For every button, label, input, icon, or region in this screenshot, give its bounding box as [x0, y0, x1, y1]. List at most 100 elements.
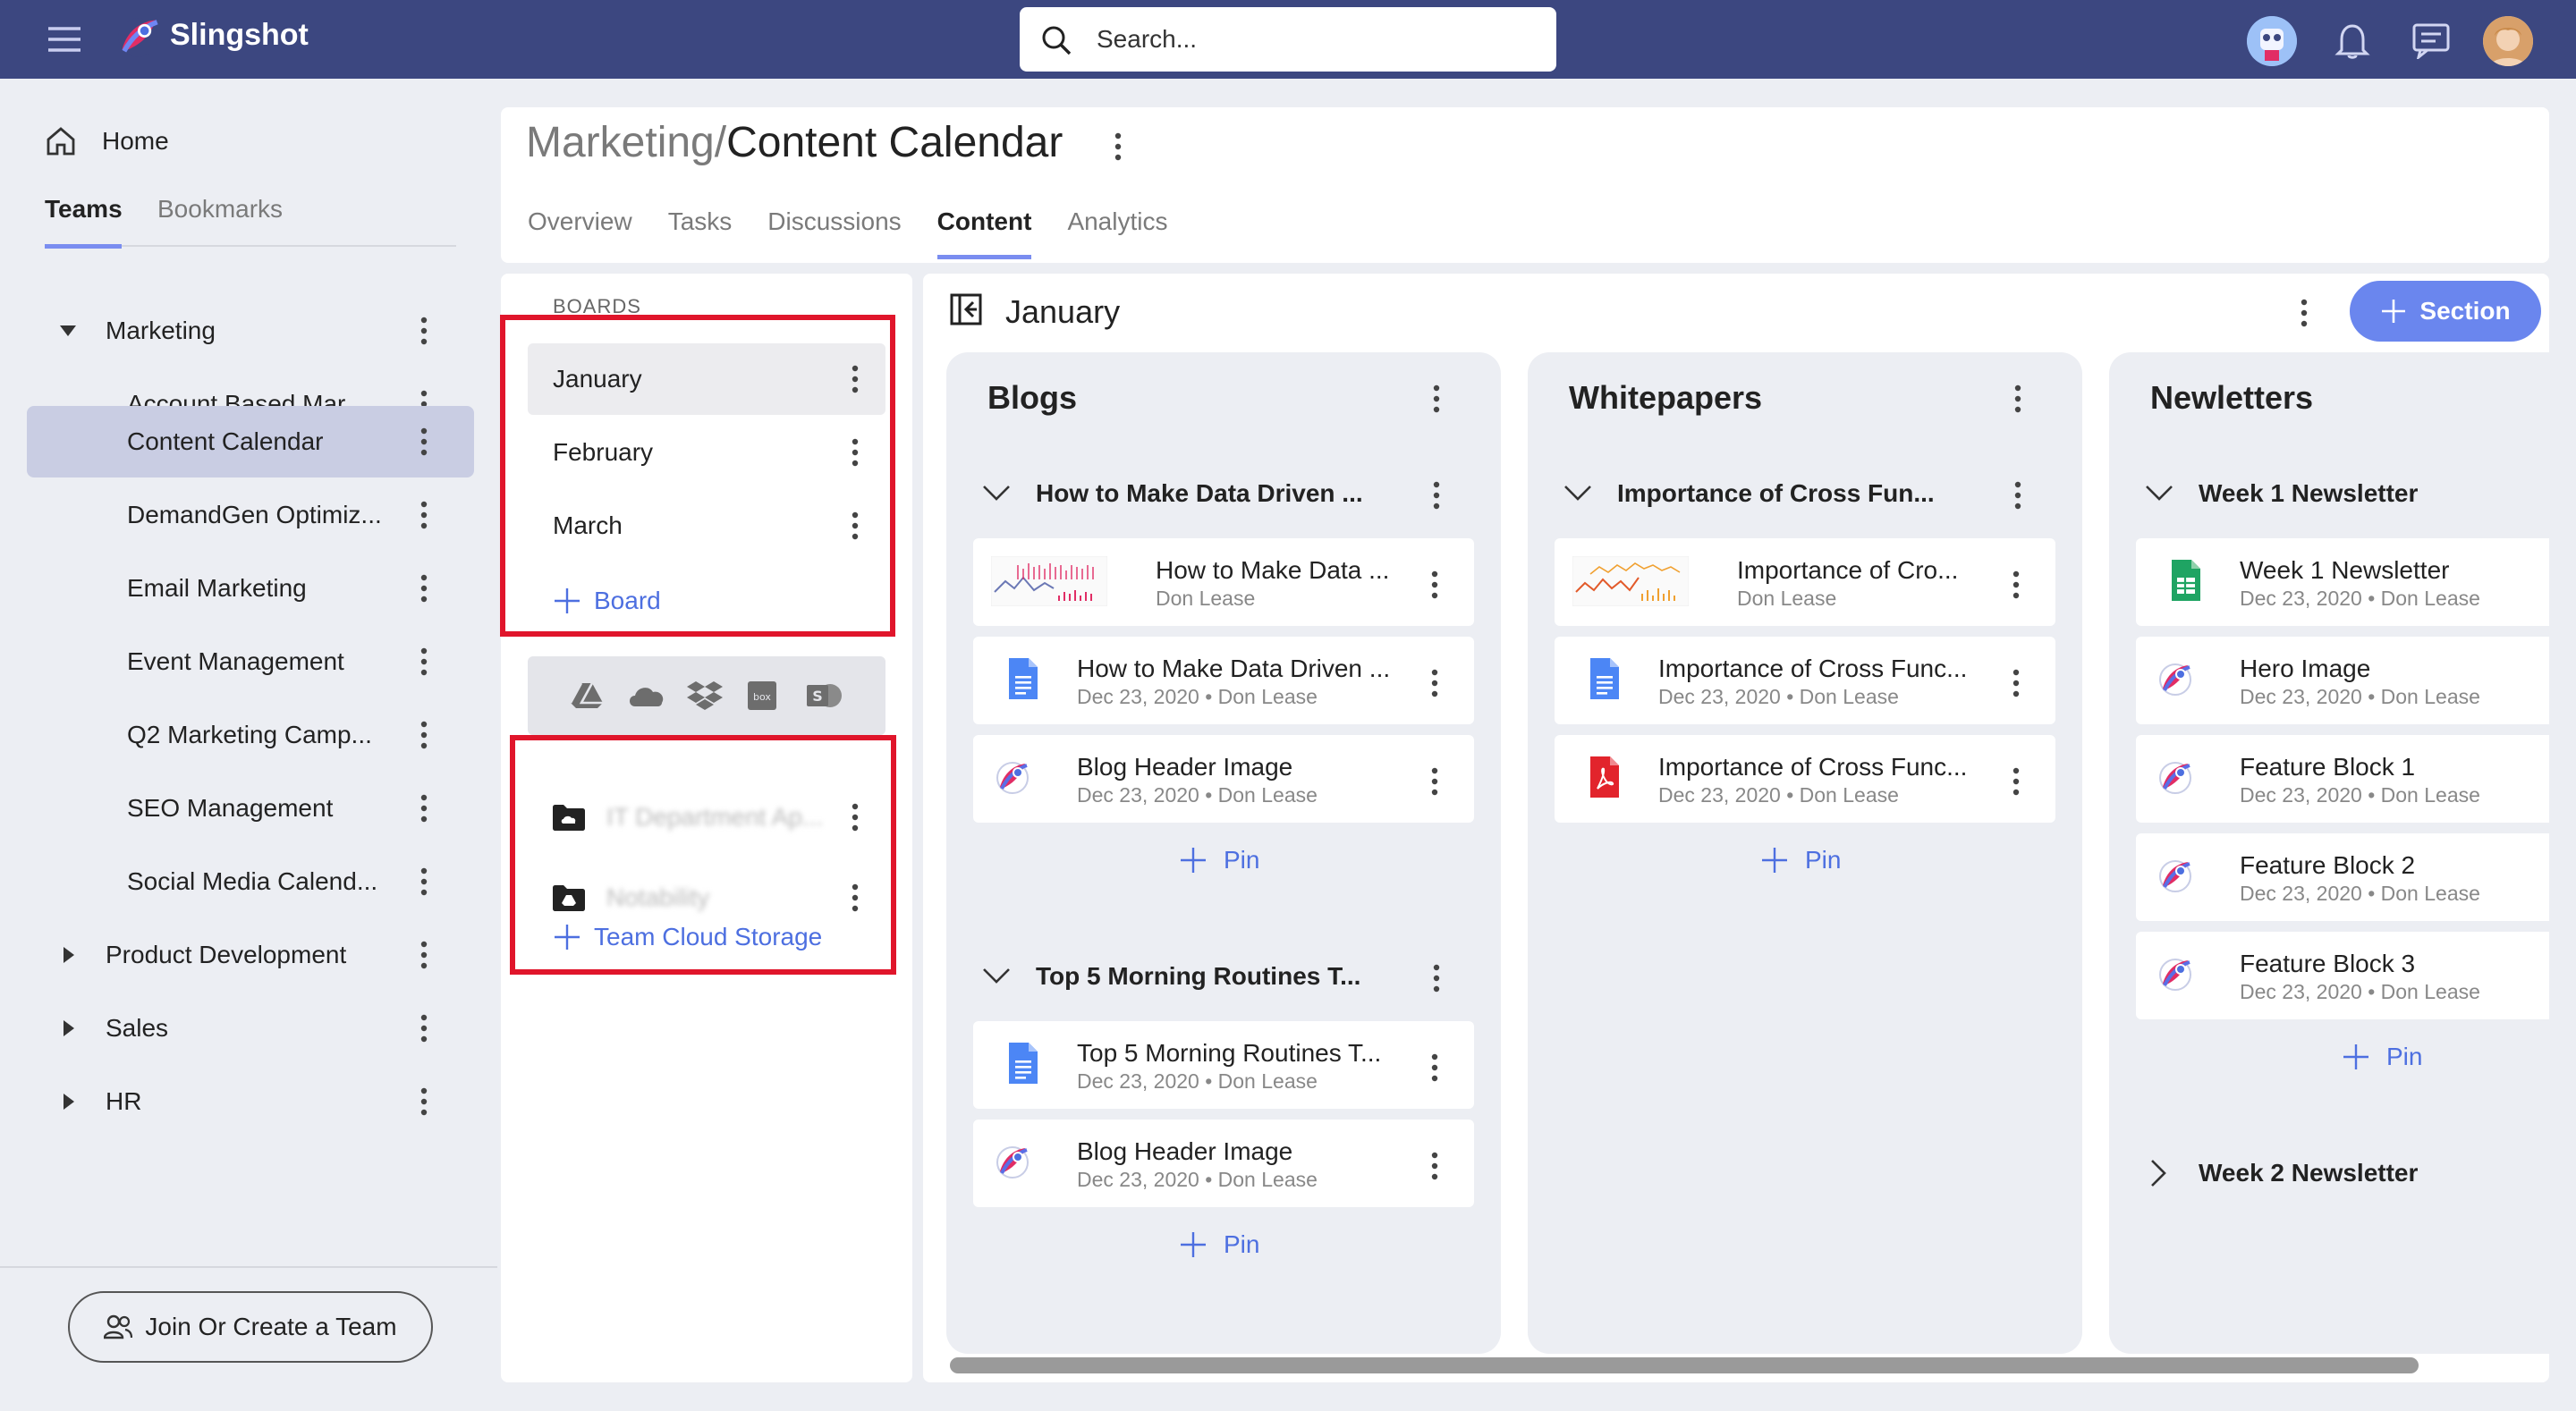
content-card[interactable]: Feature Block 3 Dec 23, 2020 • Don Lease	[2136, 932, 2549, 1019]
board-options-icon[interactable]	[2301, 299, 2308, 327]
sidebar-item-event-management[interactable]: Event Management	[27, 626, 474, 697]
tab-bookmarks[interactable]: Bookmarks	[157, 195, 283, 247]
bot-avatar[interactable]	[2247, 16, 2297, 66]
more-options-icon[interactable]	[420, 1014, 428, 1043]
sidebar-item-sales[interactable]: Sales	[27, 993, 474, 1064]
more-options-icon[interactable]	[1431, 1152, 1438, 1180]
sidebar-item-q2-marketing[interactable]: Q2 Marketing Camp...	[27, 699, 474, 771]
group-header[interactable]: Top 5 Morning Routines T...	[982, 950, 1465, 1003]
tab-overview[interactable]: Overview	[528, 207, 632, 259]
more-options-icon[interactable]	[2012, 767, 2020, 796]
more-options-icon[interactable]	[420, 1087, 428, 1116]
search-bar[interactable]	[1020, 7, 1556, 72]
tab-content[interactable]: Content	[936, 207, 1031, 259]
chevron-down-icon[interactable]	[982, 479, 1011, 508]
more-options-icon[interactable]	[2014, 481, 2021, 510]
more-options-icon[interactable]	[420, 647, 428, 676]
more-options-icon[interactable]	[1433, 481, 1440, 510]
caret-right-icon[interactable]	[63, 1019, 75, 1037]
content-card[interactable]: How to Make Data Driven ... Dec 23, 2020…	[973, 637, 1474, 724]
plus-icon	[1760, 846, 1805, 874]
caret-right-icon[interactable]	[63, 946, 75, 964]
slingshot-logo-icon[interactable]	[114, 14, 161, 61]
sidebar-item-marketing[interactable]: Marketing	[27, 295, 474, 367]
content-card[interactable]: Feature Block 2 Dec 23, 2020 • Don Lease	[2136, 833, 2549, 921]
more-options-icon[interactable]	[420, 721, 428, 749]
content-card[interactable]: Hero Image Dec 23, 2020 • Don Lease	[2136, 637, 2549, 724]
breadcrumb-parent[interactable]: Marketing	[526, 119, 715, 166]
content-card[interactable]: Importance of Cross Func... Dec 23, 2020…	[1555, 637, 2055, 724]
more-options-icon[interactable]	[420, 501, 428, 529]
chevron-right-icon[interactable]	[2145, 1159, 2174, 1187]
tab-tasks[interactable]: Tasks	[668, 207, 733, 259]
box-icon[interactable]: box	[748, 681, 776, 710]
sidebar-item-social-media[interactable]: Social Media Calend...	[27, 846, 474, 917]
content-card[interactable]: Top 5 Morning Routines T... Dec 23, 2020…	[973, 1021, 1474, 1109]
more-options-icon[interactable]	[420, 941, 428, 969]
sidebar-item-product-development[interactable]: Product Development	[27, 919, 474, 991]
plus-icon	[2380, 298, 2419, 325]
home-link[interactable]: Home	[45, 123, 169, 159]
caret-down-icon[interactable]	[59, 325, 77, 337]
dropbox-icon[interactable]	[687, 680, 723, 712]
card-meta: Dec 23, 2020 • Don Lease	[1077, 685, 1318, 708]
card-meta: Dec 23, 2020 • Don Lease	[1077, 1168, 1318, 1191]
sidebar-item-email-marketing[interactable]: Email Marketing	[27, 553, 474, 624]
user-avatar[interactable]	[2483, 16, 2533, 66]
sidebar-item-hr[interactable]: HR	[27, 1066, 474, 1137]
sidebar-item-demandgen[interactable]: DemandGen Optimiz...	[27, 479, 474, 551]
tab-discussions[interactable]: Discussions	[767, 207, 901, 259]
more-options-icon[interactable]	[1431, 767, 1438, 796]
notifications-bell-icon[interactable]	[2334, 21, 2370, 59]
menu-icon[interactable]	[47, 23, 82, 55]
more-options-icon[interactable]	[2012, 669, 2020, 697]
pin-button[interactable]: Pin	[1179, 1230, 1259, 1259]
horizontal-scrollbar[interactable]	[950, 1357, 2419, 1373]
content-card[interactable]: Importance of Cross Func... Dec 23, 2020…	[1555, 735, 2055, 823]
more-options-icon[interactable]	[1433, 964, 1440, 993]
group-header[interactable]: Importance of Cross Fun...	[1563, 467, 2046, 520]
more-options-icon[interactable]	[1433, 384, 1440, 413]
more-options-icon[interactable]	[420, 867, 428, 896]
more-options-icon[interactable]	[420, 317, 428, 345]
sidebar-item-content-calendar[interactable]: Content Calendar	[27, 406, 474, 477]
tab-analytics[interactable]: Analytics	[1067, 207, 1167, 259]
chevron-down-icon[interactable]	[1563, 479, 1592, 508]
content-card[interactable]: Blog Header Image Dec 23, 2020 • Don Lea…	[973, 1120, 1474, 1207]
onedrive-icon[interactable]	[626, 683, 665, 708]
more-options-icon[interactable]	[1431, 1053, 1438, 1082]
caret-right-icon[interactable]	[63, 1093, 75, 1111]
chevron-down-icon[interactable]	[982, 962, 1011, 991]
more-options-icon[interactable]	[1431, 669, 1438, 697]
join-or-create-team-button[interactable]: Join Or Create a Team	[68, 1291, 433, 1363]
content-card[interactable]: Week 1 Newsletter Dec 23, 2020 • Don Lea…	[2136, 538, 2549, 626]
tab-teams[interactable]: Teams	[45, 195, 123, 249]
group-header-collapsed[interactable]: Week 2 Newsletter	[2145, 1146, 2549, 1200]
search-input[interactable]	[1097, 21, 1526, 57]
page-options-icon[interactable]	[1114, 132, 1122, 161]
pin-button[interactable]: Pin	[1179, 846, 1259, 874]
more-options-icon[interactable]	[420, 794, 428, 823]
column-title: Whitepapers	[1569, 379, 1763, 416]
more-options-icon[interactable]	[420, 427, 428, 456]
content-card[interactable]: Importance of Cro... Don Lease	[1555, 538, 2055, 626]
content-card[interactable]: Blog Header Image Dec 23, 2020 • Don Lea…	[973, 735, 1474, 823]
more-options-icon[interactable]	[420, 574, 428, 603]
more-options-icon[interactable]	[2012, 570, 2020, 599]
content-card[interactable]: Feature Block 1 Dec 23, 2020 • Don Lease	[2136, 735, 2549, 823]
google-drive-icon[interactable]	[571, 681, 603, 710]
content-card[interactable]: How to Make Data ... Don Lease	[973, 538, 1474, 626]
more-options-icon[interactable]	[2014, 384, 2021, 413]
chevron-down-icon[interactable]	[2145, 479, 2174, 508]
collapse-panel-icon[interactable]	[950, 293, 982, 325]
divider	[0, 1266, 497, 1268]
sharepoint-icon[interactable]: S	[807, 680, 843, 712]
sidebar-item-seo-management[interactable]: SEO Management	[27, 773, 474, 844]
group-header[interactable]: Week 1 Newsletter	[2145, 467, 2549, 520]
more-options-icon[interactable]	[1431, 570, 1438, 599]
pin-button[interactable]: Pin	[1760, 846, 1841, 874]
group-header[interactable]: How to Make Data Driven ...	[982, 467, 1465, 520]
messages-icon[interactable]	[2411, 21, 2451, 59]
pin-button[interactable]: Pin	[2342, 1043, 2422, 1071]
add-section-button[interactable]: Section	[2350, 281, 2541, 342]
